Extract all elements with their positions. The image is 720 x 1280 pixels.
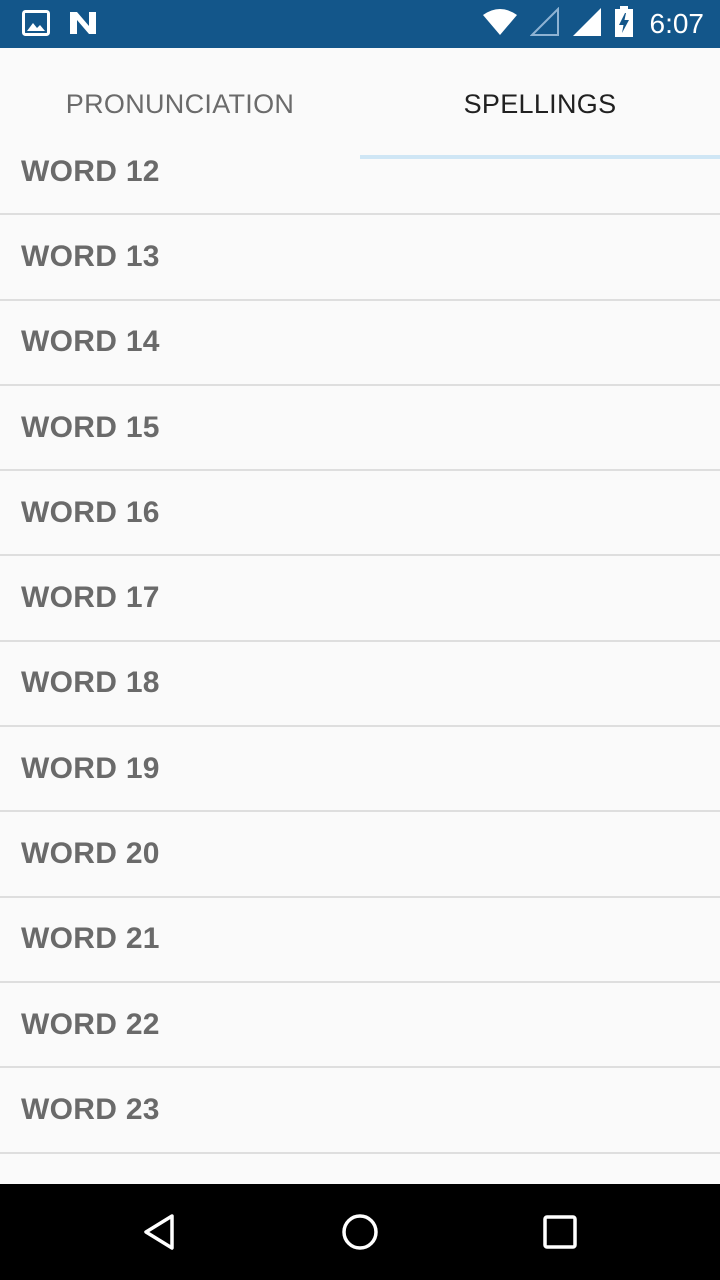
list-item[interactable]: WORD 17 xyxy=(0,556,720,642)
wifi-icon xyxy=(482,7,518,42)
image-notification-icon xyxy=(22,10,50,41)
list-item[interactable]: WORD 13 xyxy=(0,215,720,301)
list-item[interactable]: WORD 12 xyxy=(0,130,720,216)
signal-empty-icon xyxy=(529,6,560,42)
list-item[interactable] xyxy=(0,1154,720,1184)
list-item[interactable]: WORD 16 xyxy=(0,471,720,557)
recents-icon[interactable] xyxy=(540,1212,580,1252)
list-item[interactable]: WORD 21 xyxy=(0,898,720,983)
signal-full-icon xyxy=(572,7,602,42)
status-bar: 6:07 xyxy=(0,0,720,48)
list-item[interactable]: WORD 14 xyxy=(0,301,720,386)
list-item[interactable]: WORD 15 xyxy=(0,386,720,472)
n-notification-icon xyxy=(68,10,98,41)
navigation-bar xyxy=(0,1184,720,1280)
list-item[interactable]: WORD 22 xyxy=(0,983,720,1069)
home-icon[interactable] xyxy=(340,1212,380,1252)
list-item[interactable]: WORD 19 xyxy=(0,727,720,813)
list-item[interactable]: WORD 18 xyxy=(0,642,720,728)
list-item[interactable]: WORD 23 xyxy=(0,1068,720,1154)
list-item[interactable]: WORD 20 xyxy=(0,812,720,898)
back-icon[interactable] xyxy=(140,1212,180,1252)
word-list[interactable]: WORD 12 WORD 13 WORD 14 WORD 15 WORD 16 … xyxy=(0,130,720,1184)
status-time: 6:07 xyxy=(649,8,705,39)
battery-charging-icon xyxy=(614,5,634,43)
